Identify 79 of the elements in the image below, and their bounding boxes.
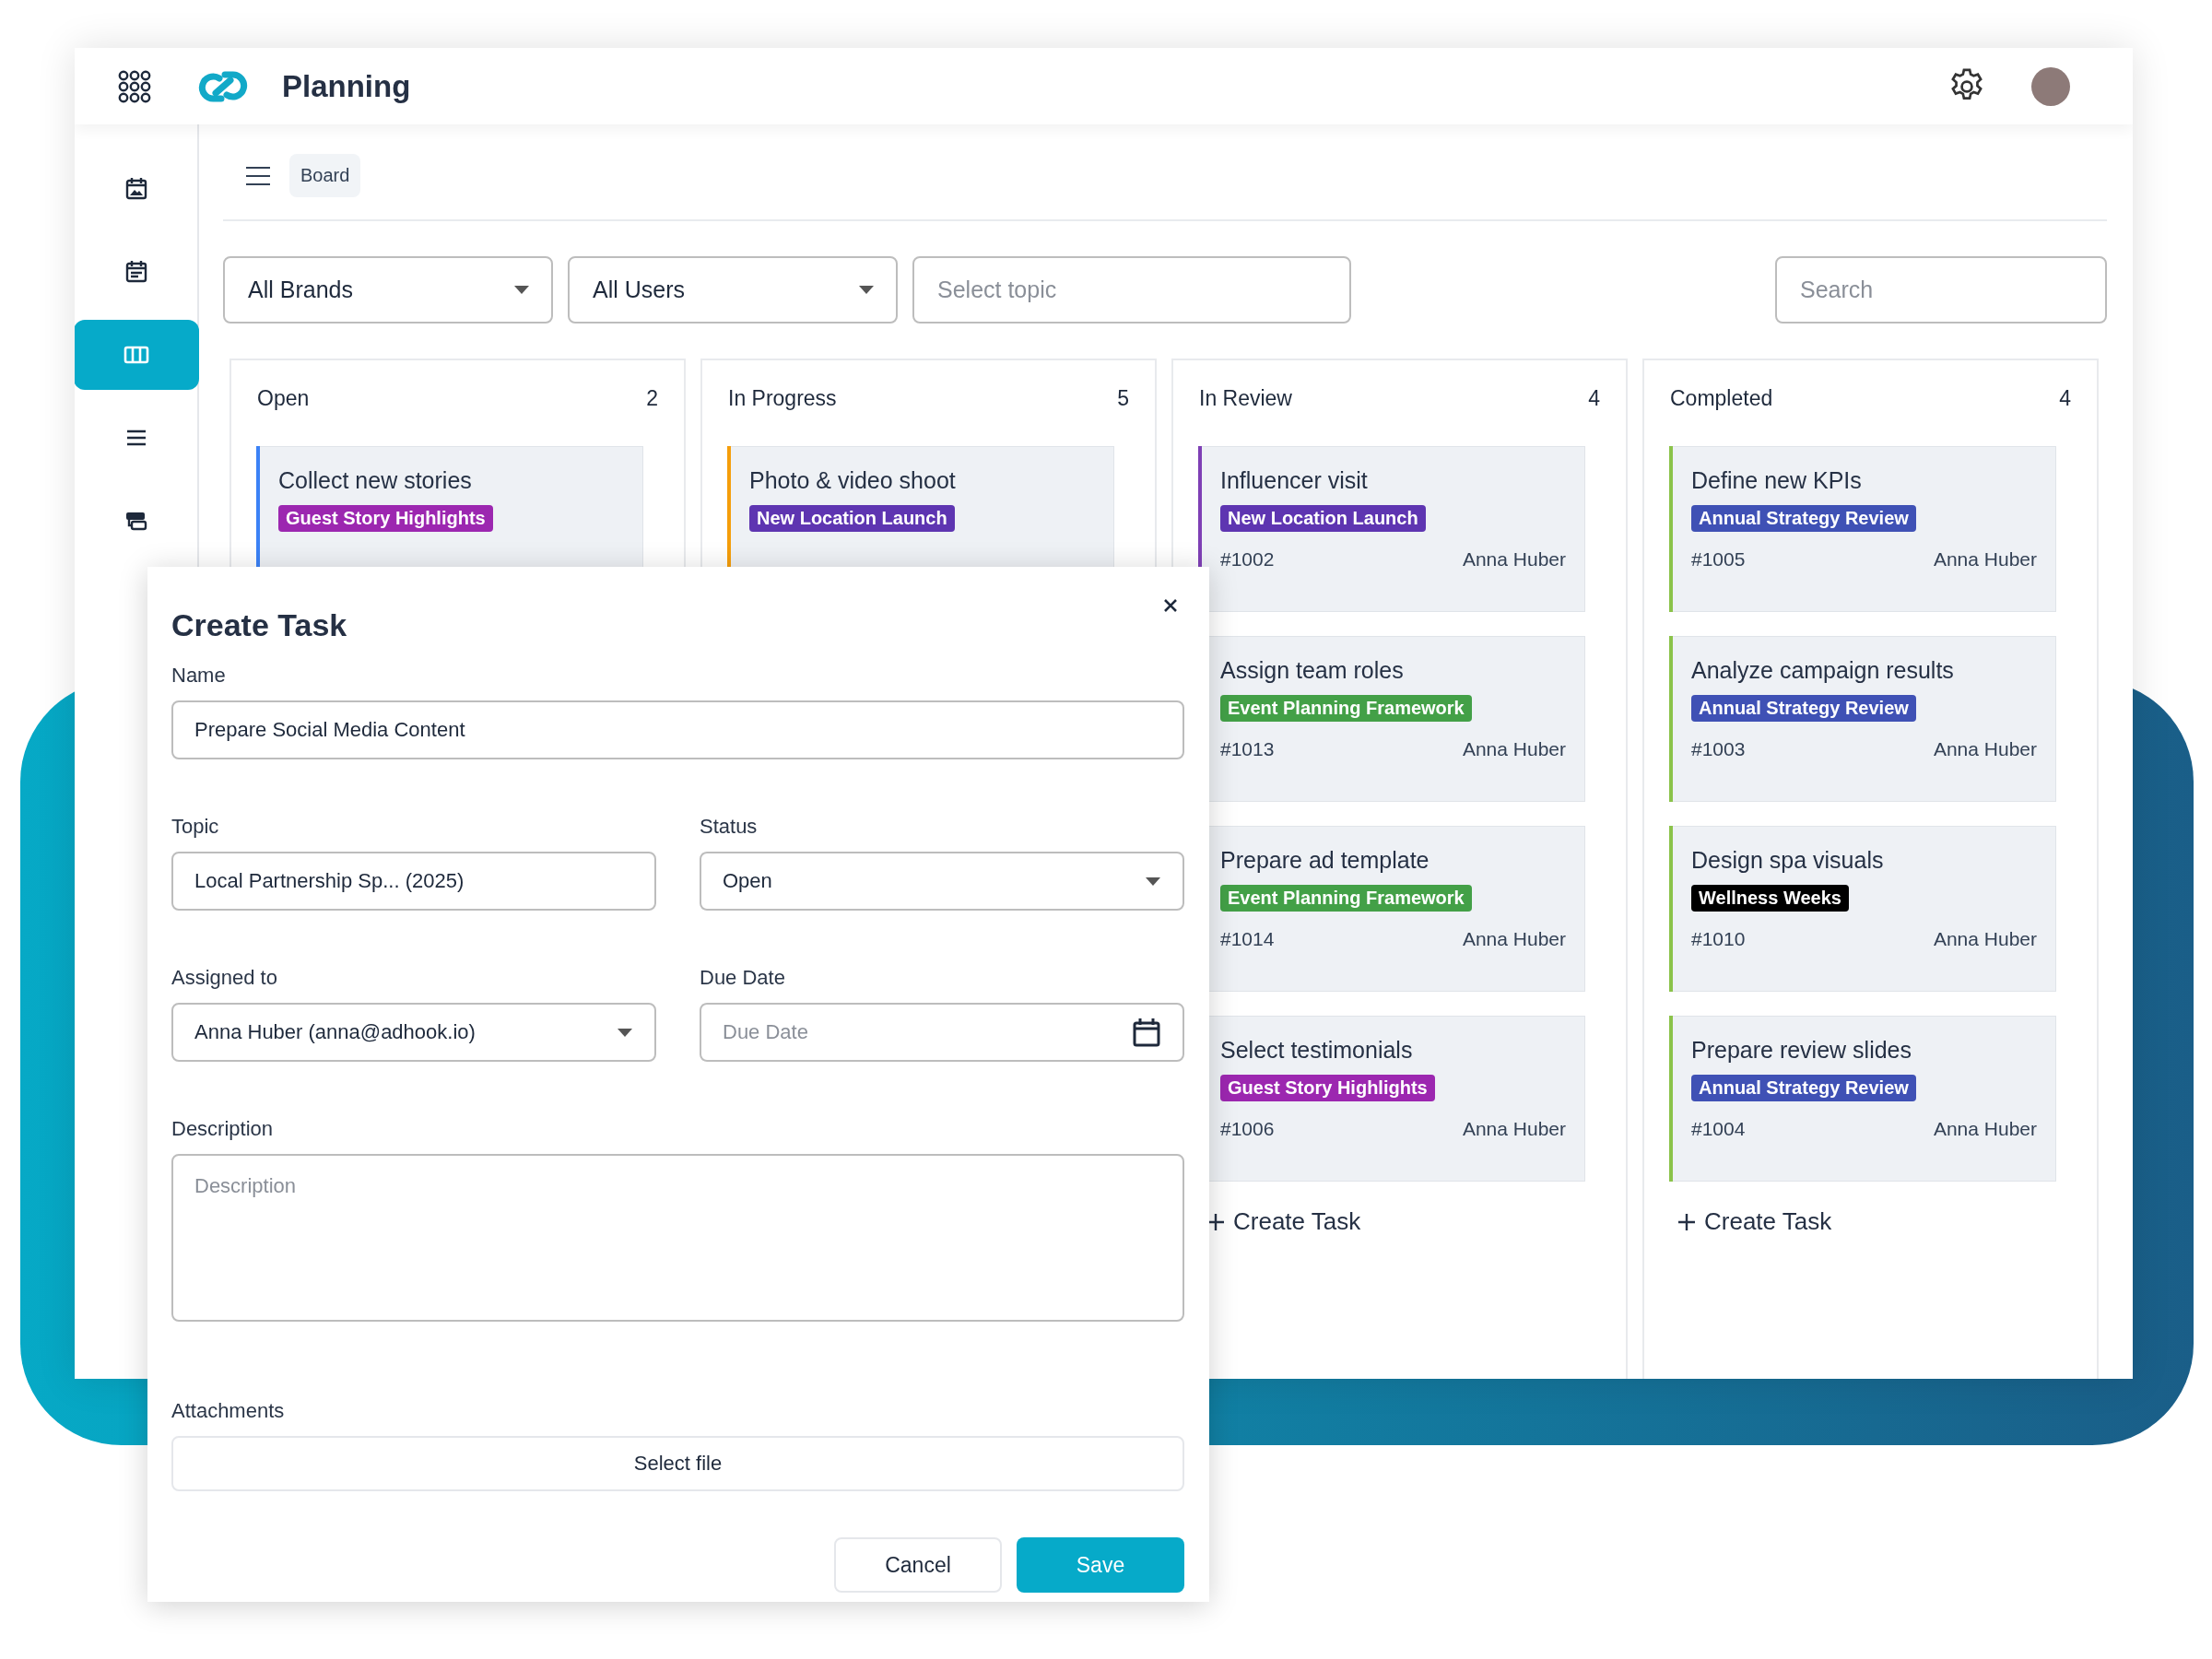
task-card[interactable]: Define new KPIs Annual Strategy Review #1005 Anna Huber xyxy=(1673,446,2056,612)
plus-icon xyxy=(1678,1213,1695,1230)
name-field[interactable]: Prepare Social Media Content xyxy=(171,700,1184,759)
column-count: 2 xyxy=(646,386,658,411)
filter-dropdown[interactable]: All Users xyxy=(568,256,898,324)
app-title: Planning xyxy=(282,68,411,104)
task-card[interactable]: Prepare review slides Annual Strategy Review #1004 Anna Huber xyxy=(1673,1016,2056,1182)
task-id: #1010 xyxy=(1691,928,1746,950)
topic-tag: New Location Launch xyxy=(749,505,955,532)
topic-tag: Guest Story Highlights xyxy=(278,505,493,532)
field-label: Name xyxy=(171,664,227,688)
cancel-button[interactable]: Cancel xyxy=(834,1537,1002,1593)
column-count: 5 xyxy=(1117,386,1129,411)
task-id: #1013 xyxy=(1220,738,1275,760)
task-assignee: Anna Huber xyxy=(1933,548,2037,571)
field-label: Attachments xyxy=(171,1399,286,1423)
task-title: Assign team roles xyxy=(1220,657,1404,684)
column-count: 4 xyxy=(1588,386,1600,411)
field-label: Due Date xyxy=(700,966,786,990)
task-id: #1014 xyxy=(1220,928,1275,950)
task-assignee: Anna Huber xyxy=(1933,1118,2037,1140)
topic-tag: Annual Strategy Review xyxy=(1691,1075,1916,1101)
column-title: In Progress xyxy=(728,386,837,411)
task-id: #1002 xyxy=(1220,548,1275,571)
task-id: #1006 xyxy=(1220,1118,1275,1140)
create-task-button[interactable]: Create Task xyxy=(1207,1207,1361,1236)
task-assignee: Anna Huber xyxy=(1462,928,1566,950)
board-breadcrumb[interactable]: Board xyxy=(289,154,361,197)
menu-icon[interactable] xyxy=(245,165,271,186)
assignee-dropdown[interactable]: Anna Huber (anna@adhook.io) xyxy=(171,1003,656,1062)
field-label: Status xyxy=(700,815,759,839)
status-dropdown[interactable]: Open xyxy=(700,852,1184,911)
caret-icon xyxy=(1146,877,1160,886)
task-assignee: Anna Huber xyxy=(1462,738,1566,760)
column-title: Open xyxy=(257,386,310,411)
select-file-button[interactable]: Select file xyxy=(171,1436,1184,1491)
topic-tag: New Location Launch xyxy=(1220,505,1426,532)
task-title: Collect new stories xyxy=(278,467,472,494)
close-icon xyxy=(1163,598,1178,613)
plus-icon xyxy=(1207,1213,1224,1230)
topic-tag: Annual Strategy Review xyxy=(1691,505,1916,532)
task-title: Design spa visuals xyxy=(1691,847,1884,874)
task-card[interactable]: Design spa visuals Wellness Weeks #1010 Anna Huber xyxy=(1673,826,2056,992)
topic-tag: Annual Strategy Review xyxy=(1691,695,1916,722)
field-label: Description xyxy=(171,1117,275,1141)
caret-icon xyxy=(514,286,529,294)
column-count: 4 xyxy=(2059,386,2071,411)
user-avatar[interactable] xyxy=(2031,66,2070,106)
filter-dropdown[interactable]: All Brands xyxy=(223,256,553,324)
task-card[interactable]: Influencer visit New Location Launch #1002 Anna Huber xyxy=(1202,446,1585,612)
task-title: Define new KPIs xyxy=(1691,467,1862,494)
create-task-button[interactable]: Create Task xyxy=(1678,1207,1832,1236)
task-title: Prepare review slides xyxy=(1691,1037,1912,1064)
caret-icon xyxy=(859,286,874,294)
column-title: In Review xyxy=(1199,386,1292,411)
topic-tag: Guest Story Highlights xyxy=(1220,1075,1435,1101)
task-assignee: Anna Huber xyxy=(1462,548,1566,571)
calendar-icon[interactable] xyxy=(1133,1018,1160,1047)
task-title: Prepare ad template xyxy=(1220,847,1430,874)
topic-tag: Event Planning Framework xyxy=(1220,695,1472,722)
topic-tag: Wellness Weeks xyxy=(1691,885,1849,912)
task-assignee: Anna Huber xyxy=(1462,1118,1566,1140)
task-title: Photo & video shoot xyxy=(749,467,956,494)
task-card[interactable]: Analyze campaign results Annual Strategy Review #1003 Anna Huber xyxy=(1673,636,2056,802)
field-label: Topic xyxy=(171,815,220,839)
caret-icon xyxy=(618,1028,632,1037)
task-assignee: Anna Huber xyxy=(1933,928,2037,950)
task-id: #1004 xyxy=(1691,1118,1746,1140)
apps-grid-icon[interactable] xyxy=(118,69,151,103)
task-title: Influencer visit xyxy=(1220,467,1368,494)
topic-field[interactable]: Local Partnership Sp... (2025) xyxy=(171,852,656,911)
task-id: #1003 xyxy=(1691,738,1746,760)
task-assignee: Anna Huber xyxy=(1933,738,2037,760)
field-label: Assigned to xyxy=(171,966,278,990)
task-title: Analyze campaign results xyxy=(1691,657,1954,684)
task-title: Select testimonials xyxy=(1220,1037,1413,1064)
column-title: Completed xyxy=(1670,386,1773,411)
topic-tag: Event Planning Framework xyxy=(1220,885,1472,912)
task-id: #1005 xyxy=(1691,548,1746,571)
